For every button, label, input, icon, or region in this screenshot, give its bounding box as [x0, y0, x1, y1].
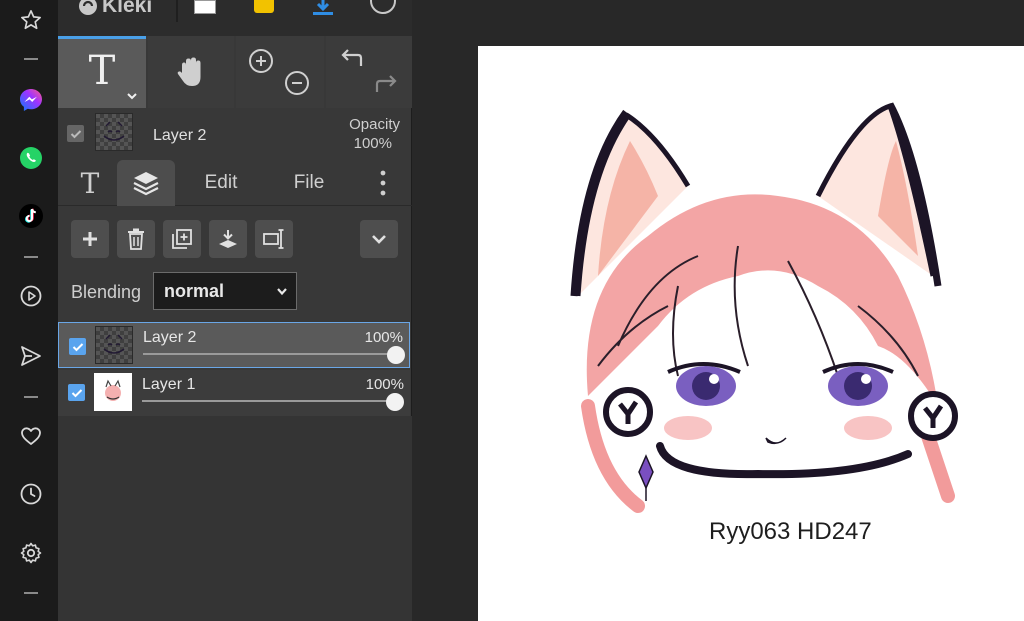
drawing-canvas[interactable]: Ryy063 HD247 [478, 46, 1024, 621]
hand-icon [177, 57, 201, 86]
chevron-down-icon [277, 288, 287, 296]
layer-thumbnail [94, 373, 132, 411]
delete-layer-button[interactable] [117, 220, 155, 258]
top-toolbar: Kleki [58, 0, 412, 36]
layer-opacity-value: 100% [364, 329, 403, 346]
zoom-in-icon[interactable] [248, 48, 274, 74]
panel-empty-area [58, 416, 412, 621]
download-icon[interactable] [310, 0, 336, 16]
layer-opacity-slider-handle[interactable] [387, 346, 405, 364]
sidebar-separator [24, 58, 38, 60]
opacity-label: Opacity [349, 116, 400, 133]
more-vertical-icon [380, 170, 386, 196]
tab-edit[interactable]: Edit [194, 160, 248, 206]
layer-visibility-checkbox[interactable] [68, 384, 85, 401]
layer-transform-button[interactable] [255, 220, 293, 258]
tiktok-icon[interactable] [17, 202, 45, 230]
layer-preview-name: Layer 2 [153, 127, 207, 144]
zoom-out-icon[interactable] [284, 70, 310, 96]
sidebar-separator [24, 396, 38, 398]
tab-layers[interactable] [117, 160, 175, 206]
clock-icon[interactable] [17, 480, 45, 508]
help-icon[interactable] [370, 0, 396, 14]
plus-icon [83, 232, 97, 246]
text-tool-glyph: T [88, 47, 116, 94]
layer-list-item[interactable]: Layer 1 100% [58, 370, 410, 416]
zoom-buttons [236, 36, 324, 108]
hand-tool-button[interactable] [148, 36, 234, 108]
merge-down-icon [219, 230, 237, 248]
duplicate-layer-button[interactable] [163, 220, 201, 258]
blending-label: Blending [71, 282, 142, 302]
new-image-icon[interactable] [194, 0, 216, 14]
blending-row: Blending normal [58, 270, 412, 316]
canvas-viewport[interactable]: Ryy063 HD247 [412, 0, 1024, 621]
tab-tool-settings[interactable]: T [72, 160, 108, 206]
layer-preview-visibility-checkbox[interactable] [67, 125, 84, 142]
trash-icon [128, 228, 144, 250]
toolbar-divider [176, 0, 178, 22]
chevron-down-icon [372, 235, 386, 244]
sidebar-separator [24, 592, 38, 594]
duplicate-icon [172, 229, 192, 249]
heart-icon[interactable] [17, 422, 45, 450]
add-layer-button[interactable] [71, 220, 109, 258]
play-icon[interactable] [17, 282, 45, 310]
settings-icon[interactable] [17, 539, 45, 567]
layer-preview-row: Layer 2 Opacity 100% [58, 108, 412, 160]
layer-list-item[interactable]: Layer 2 100% [58, 322, 410, 368]
layer-opacity-value: 100% [365, 376, 404, 393]
blending-mode-select[interactable]: normal [153, 272, 297, 310]
star-icon[interactable] [17, 6, 45, 34]
sidebar-separator [24, 256, 38, 258]
layer-opacity-slider-handle[interactable] [386, 393, 404, 411]
kleki-logo[interactable]: Kleki [78, 0, 152, 18]
canvas-caption-text: Ryy063 HD247 [709, 518, 872, 545]
chevron-down-icon [127, 93, 137, 100]
kleki-panel: Kleki T Layer 2 Opacity 100% T Edit File… [58, 0, 412, 621]
open-folder-icon[interactable] [254, 0, 274, 13]
history-buttons [326, 36, 412, 108]
layer-action-bar [58, 206, 412, 270]
opacity-value: 100% [353, 135, 392, 152]
layer-opacity-slider-track[interactable] [143, 353, 395, 355]
logo-text: Kleki [102, 0, 153, 17]
collapse-layer-list-button[interactable] [360, 220, 398, 258]
tool-row: T [58, 36, 412, 108]
kleki-logo-icon [79, 0, 97, 15]
layer-preview-thumbnail[interactable] [95, 113, 133, 151]
messenger-icon[interactable] [17, 86, 45, 114]
layer-visibility-checkbox[interactable] [69, 338, 86, 355]
merge-down-button[interactable] [209, 220, 247, 258]
layer-thumbnail [95, 326, 133, 364]
redo-icon[interactable] [372, 70, 398, 96]
layers-icon [133, 172, 159, 196]
layer-name: Layer 2 [143, 329, 197, 346]
whatsapp-icon[interactable] [17, 144, 45, 172]
layer-name: Layer 1 [142, 376, 196, 393]
layer-transform-icon [263, 229, 284, 249]
text-tool-button[interactable]: T [58, 36, 146, 108]
app-window: Kleki T Layer 2 Opacity 100% T Edit File… [0, 0, 1024, 621]
panel-tabs: T Edit File [58, 160, 412, 206]
undo-icon[interactable] [340, 46, 366, 72]
send-icon[interactable] [17, 342, 45, 370]
tab-file[interactable]: File [284, 160, 334, 206]
more-menu-button[interactable] [368, 160, 398, 206]
blending-mode-value: normal [164, 280, 225, 301]
tool-settings-glyph: T [80, 166, 100, 200]
browser-sidebar [0, 0, 58, 621]
layer-opacity-slider-track[interactable] [142, 400, 394, 402]
